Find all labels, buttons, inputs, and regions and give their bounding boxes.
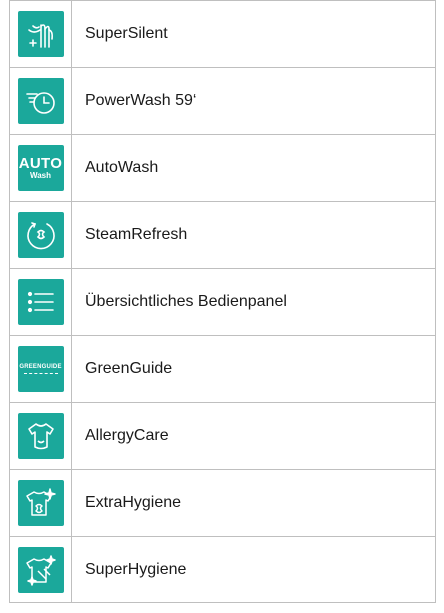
list-panel-icon <box>17 279 64 325</box>
icon-cell <box>10 403 72 469</box>
greenguide-icon-text: GREENGUIDE <box>19 364 62 370</box>
icon-cell: GREENGUIDE <box>10 336 72 402</box>
feature-row: GREENGUIDE GreenGuide <box>10 335 435 402</box>
super-hygiene-icon <box>17 546 64 593</box>
allergy-shirt-icon <box>17 413 64 459</box>
feature-label: GreenGuide <box>85 360 173 377</box>
feature-row: AUTO Wash AutoWash <box>10 134 435 201</box>
feature-label: SuperSilent <box>85 25 168 42</box>
feature-row: ExtraHygiene <box>10 469 435 536</box>
icon-cell: AUTO Wash <box>10 135 72 201</box>
feature-label: PowerWash 59‘ <box>85 92 197 109</box>
feature-row: SuperSilent <box>10 0 435 67</box>
icon-cell <box>10 68 72 134</box>
feature-row: AllergyCare <box>10 402 435 469</box>
icon-cell <box>10 470 72 536</box>
icon-cell <box>10 202 72 268</box>
icon-cell <box>10 1 72 67</box>
feature-label: AutoWash <box>85 159 159 176</box>
feature-row: SteamRefresh <box>10 201 435 268</box>
extra-hygiene-icon <box>17 480 64 526</box>
feature-row: PowerWash 59‘ <box>10 67 435 134</box>
autowash-icon: AUTO Wash <box>17 145 64 191</box>
steam-refresh-icon <box>17 212 64 258</box>
supersilent-icon <box>17 11 64 57</box>
feature-label: Übersichtliches Bedienpanel <box>85 293 287 310</box>
icon-cell <box>10 269 72 335</box>
powerwash-timer-icon <box>17 78 64 124</box>
feature-row: Übersichtliches Bedienpanel <box>10 268 435 335</box>
feature-label: SteamRefresh <box>85 226 188 243</box>
feature-label: AllergyCare <box>85 427 169 444</box>
autowash-icon-text: AUTO <box>18 155 63 172</box>
icon-cell <box>10 537 72 602</box>
feature-label: SuperHygiene <box>85 560 187 578</box>
feature-row: SuperHygiene <box>10 536 435 603</box>
greenguide-icon: GREENGUIDE <box>17 346 64 392</box>
feature-table: SuperSilent PowerWash 59‘ AUTO Wash Auto… <box>9 0 436 603</box>
autowash-icon-subtext: Wash <box>29 171 52 180</box>
feature-label: ExtraHygiene <box>85 494 182 511</box>
